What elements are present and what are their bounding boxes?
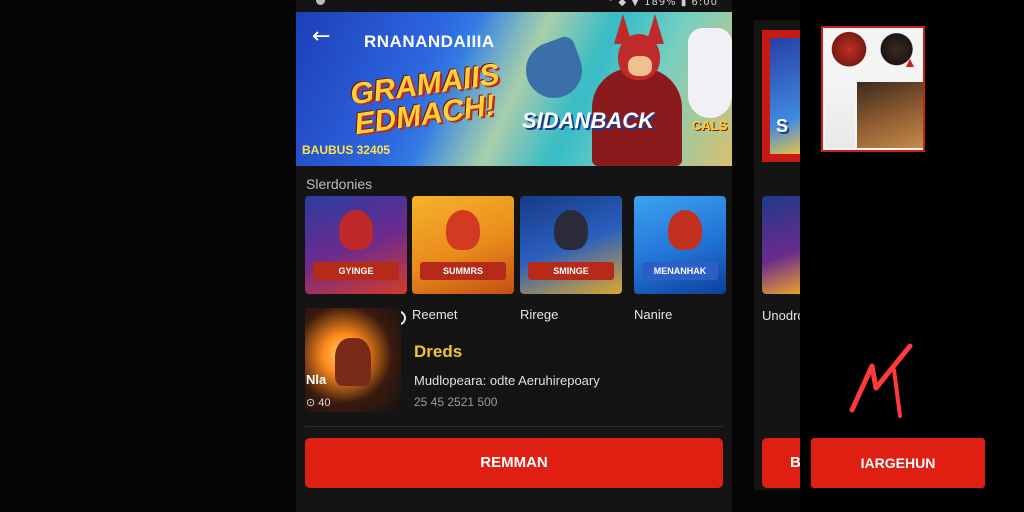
right-action-button[interactable]: IARGEHUN	[811, 438, 985, 488]
game-title: Nanire	[634, 307, 673, 322]
character-icon	[668, 210, 702, 250]
hero-character-icon	[588, 12, 686, 166]
featured-side-label: Nla	[306, 372, 327, 387]
game-tile[interactable]: GYINGE	[305, 196, 407, 294]
game-logo-tag: CALS	[692, 118, 728, 133]
secondary-banner-letter: S	[776, 116, 789, 136]
secondary-banner[interactable]: S	[762, 30, 800, 162]
primary-action-button[interactable]: REMMAN	[305, 438, 723, 488]
game-tile[interactable]: MENANHAK	[634, 196, 726, 294]
cat-character-icon	[688, 28, 732, 118]
status-bar: ° ◆ ▼ 189% ▮ 6:00	[296, 0, 732, 12]
game-title: Reemet	[412, 307, 458, 322]
game-tile[interactable]: SMINGE	[520, 196, 622, 294]
divider	[305, 426, 723, 427]
hero-banner[interactable]: ← RNANANDAIIIA GRAMAIIS EDMACH! SIDANBAC…	[296, 12, 732, 166]
featured-side-meta: ⊙ 40	[306, 397, 331, 409]
secondary-screen: S Unodrc B	[754, 20, 800, 490]
arrow-icon	[849, 343, 913, 418]
notification-dot-icon	[316, 0, 325, 5]
character-icon	[446, 210, 480, 250]
featured-meta: 25 45 2521 500	[414, 395, 498, 409]
app-screen: ° ◆ ▼ 189% ▮ 6:00 ← RNANANDAIIIA GRAMAII…	[296, 0, 732, 512]
secondary-game-tile[interactable]	[762, 196, 800, 294]
flame-icon: ▲	[903, 54, 917, 70]
featured-description: Mudlopeara: odte Aeruhirepoary	[414, 373, 600, 388]
thumbnail-card[interactable]: ▲	[821, 26, 925, 152]
character-icon	[554, 210, 588, 250]
game-badge: SUMMRS	[420, 262, 506, 280]
banner-subtitle: BAUBUS 32405	[302, 143, 391, 157]
secondary-game-title: Unodrc	[762, 308, 800, 323]
character-icon	[335, 338, 371, 386]
game-badge: MENANHAK	[642, 262, 718, 280]
game-tile[interactable]: SUMMRS	[412, 196, 514, 294]
section-label: Slerdonies	[306, 176, 373, 192]
secondary-action-button[interactable]: B	[762, 438, 800, 488]
character-icon	[339, 210, 373, 250]
featured-title: Dreds	[414, 342, 463, 361]
game-badge: GYINGE	[313, 262, 399, 280]
game-logo-right: SIDANBACK	[522, 108, 654, 133]
game-badge: SMINGE	[528, 262, 614, 280]
page-title: RNANANDAIIIA	[364, 32, 495, 51]
back-arrow-icon[interactable]: ←	[312, 26, 330, 48]
game-title: Rirege	[520, 307, 559, 322]
status-info: ° ◆ ▼ 189% ▮ 6:00	[608, 0, 718, 8]
